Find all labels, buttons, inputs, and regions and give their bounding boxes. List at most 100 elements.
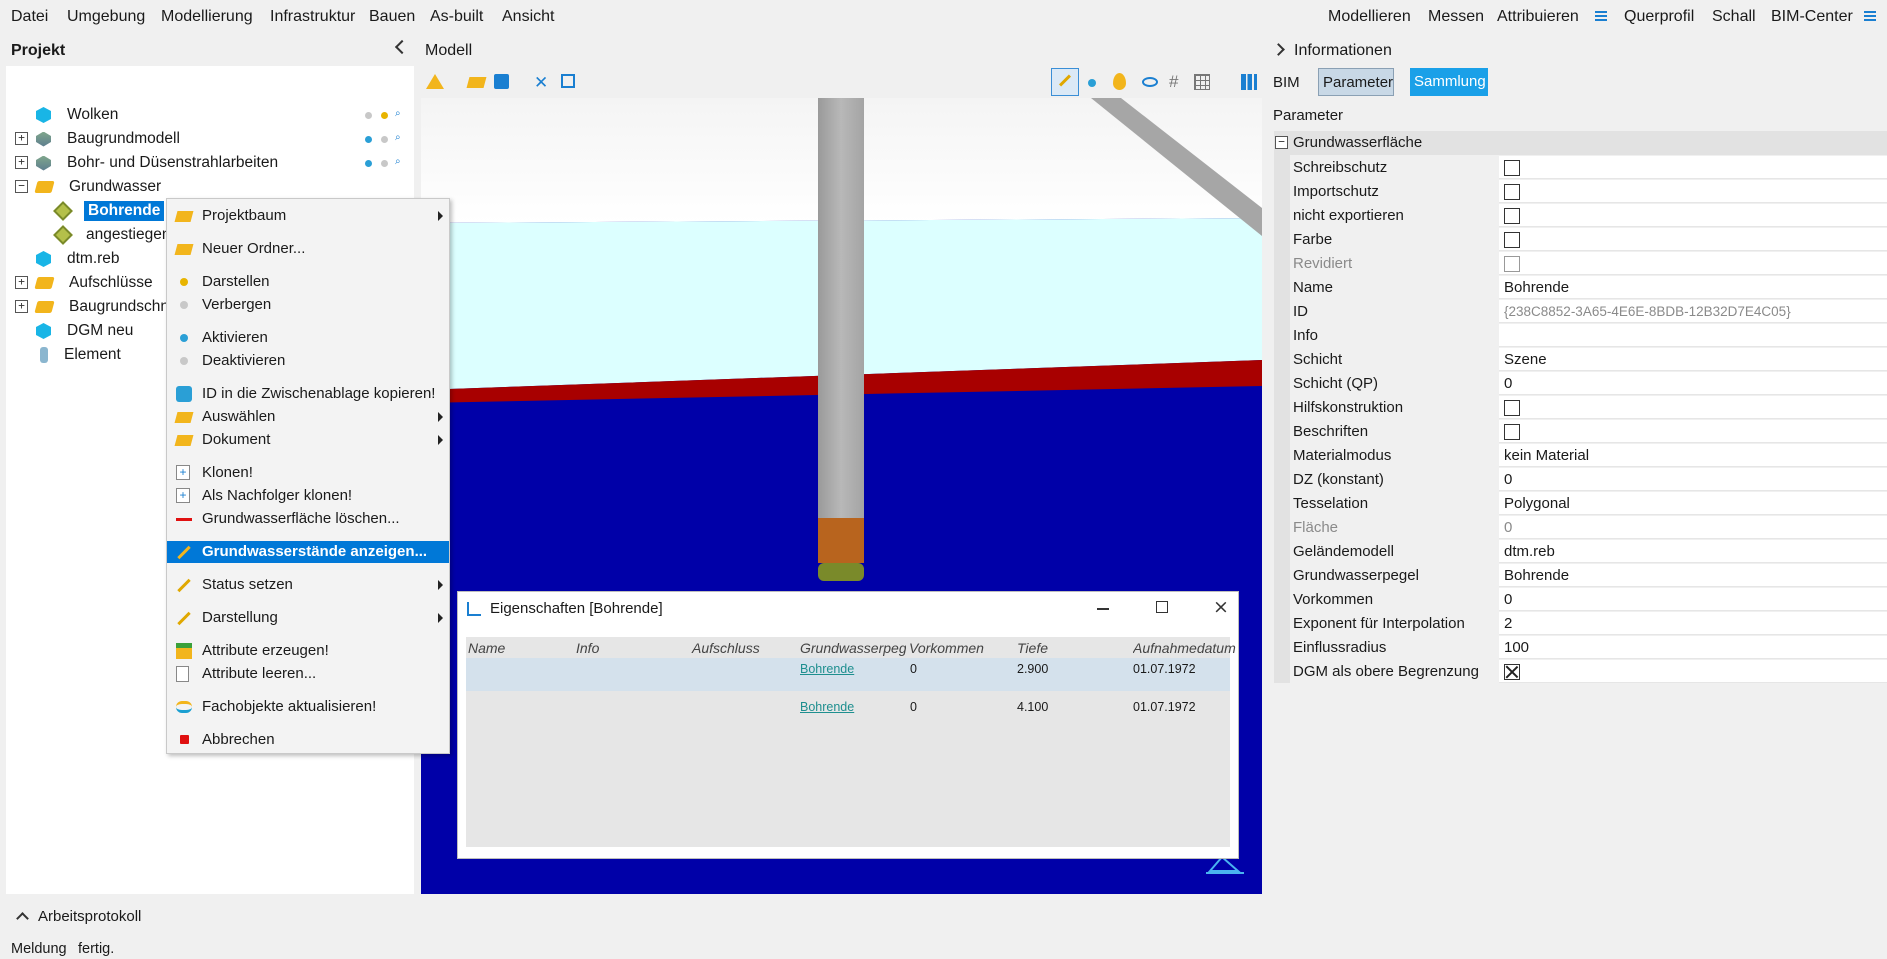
- expand-icon[interactable]: +: [15, 300, 28, 313]
- list-icon[interactable]: [1595, 11, 1607, 23]
- menu-item-grundwasserstaende[interactable]: Grundwasserstände anzeigen...: [167, 541, 449, 563]
- menu-as-built[interactable]: As-built: [430, 8, 483, 26]
- column-header-aufschluss[interactable]: Aufschluss: [692, 640, 760, 656]
- cell-grundwasserpegel[interactable]: Bohrende: [800, 662, 854, 676]
- tree-item-dtm[interactable]: dtm.reb: [36, 247, 120, 271]
- zoom-icon[interactable]: ⌕: [395, 156, 401, 167]
- column-header-grundwasserpegel[interactable]: Grundwasserpegel: [800, 640, 906, 656]
- menu-bim-center[interactable]: BIM-Center: [1771, 8, 1853, 26]
- save-icon[interactable]: [494, 74, 509, 89]
- menu-modellieren[interactable]: Modellieren: [1328, 8, 1411, 26]
- menu-item-aktivieren[interactable]: Aktivieren: [167, 327, 449, 349]
- menu-item-verbergen[interactable]: Verbergen: [167, 294, 449, 316]
- menu-umgebung[interactable]: Umgebung: [67, 8, 145, 26]
- checkbox[interactable]: [1504, 400, 1520, 416]
- location-icon[interactable]: [1113, 73, 1126, 90]
- column-header-vorkommen[interactable]: Vorkommen: [909, 640, 984, 656]
- raster-icon[interactable]: [1194, 74, 1210, 90]
- prop-value[interactable]: 0: [1499, 588, 1887, 611]
- collapse-left-icon[interactable]: [394, 39, 410, 55]
- warning-icon[interactable]: [426, 74, 444, 89]
- menu-item-deaktivieren[interactable]: Deaktivieren: [167, 350, 449, 372]
- log-title[interactable]: Arbeitsprotokoll: [38, 908, 141, 925]
- group-header[interactable]: − Grundwasserfläche: [1274, 131, 1887, 155]
- menu-item-darstellung[interactable]: Darstellung: [167, 607, 449, 629]
- menu-item-id-kopieren[interactable]: ID in die Zwischenablage kopieren!: [167, 383, 449, 405]
- tree-item-baugrundmodell[interactable]: Baugrundmodell: [36, 127, 180, 151]
- point-icon[interactable]: [1088, 79, 1096, 87]
- prop-value[interactable]: 100: [1499, 636, 1887, 659]
- menu-item-status-setzen[interactable]: Status setzen: [167, 574, 449, 596]
- column-header-aufnahmedatum[interactable]: Aufnahmedatum: [1133, 640, 1239, 656]
- menu-item-loeschen[interactable]: Grundwasserfläche löschen...: [167, 508, 449, 530]
- tab-parameter[interactable]: Parameter: [1318, 68, 1394, 96]
- menu-item-auswaehlen[interactable]: Auswählen: [167, 406, 449, 428]
- checkbox[interactable]: [1504, 232, 1520, 248]
- eye-icon[interactable]: [1142, 77, 1158, 87]
- menu-item-darstellen[interactable]: Darstellen: [167, 271, 449, 293]
- checkbox-checked[interactable]: [1504, 664, 1520, 680]
- menu-item-dokument[interactable]: Dokument: [167, 429, 449, 451]
- menu-infrastruktur[interactable]: Infrastruktur: [270, 8, 355, 26]
- tools-icon[interactable]: ✕: [534, 73, 548, 93]
- menu-attribuieren[interactable]: Attribuieren: [1497, 8, 1579, 26]
- tree-item-bohrende[interactable]: Bohrende: [53, 199, 165, 223]
- prop-value[interactable]: 2: [1499, 612, 1887, 635]
- column-header-tiefe[interactable]: Tiefe: [1017, 640, 1048, 656]
- tree-item-wolken[interactable]: Wolken: [36, 103, 118, 127]
- expand-icon[interactable]: +: [15, 156, 28, 169]
- prop-value[interactable]: 0: [1499, 372, 1887, 395]
- menu-querprofil[interactable]: Querprofil: [1624, 8, 1694, 26]
- menu-item-fachobjekte[interactable]: Fachobjekte aktualisieren!: [167, 696, 449, 718]
- folder-open-icon[interactable]: [466, 77, 487, 88]
- menu-item-projektbaum[interactable]: Projektbaum: [167, 205, 449, 227]
- panels-icon[interactable]: [1241, 74, 1257, 90]
- tab-sammlung[interactable]: Sammlung: [1410, 68, 1488, 96]
- prop-value[interactable]: dtm.reb: [1499, 540, 1887, 563]
- prop-value[interactable]: Polygonal: [1499, 492, 1887, 515]
- column-header-info[interactable]: Info: [576, 640, 599, 656]
- menu-modellierung[interactable]: Modellierung: [161, 8, 253, 26]
- zoom-icon[interactable]: ⌕: [395, 132, 401, 143]
- prop-value[interactable]: [1499, 324, 1887, 347]
- grid-icon[interactable]: #: [1169, 72, 1178, 92]
- tree-item-aufschluesse[interactable]: Aufschlüsse: [34, 271, 153, 295]
- list-icon[interactable]: [1864, 11, 1876, 23]
- column-header-name[interactable]: Name: [468, 640, 505, 656]
- menu-schall[interactable]: Schall: [1712, 8, 1756, 26]
- cell-grundwasserpegel[interactable]: Bohrende: [800, 700, 854, 714]
- collapse-icon[interactable]: −: [15, 180, 28, 193]
- menu-item-attribute-erzeugen[interactable]: Attribute erzeugen!: [167, 640, 449, 662]
- status-dot[interactable]: [381, 112, 388, 119]
- checkbox[interactable]: [1504, 424, 1520, 440]
- menu-bauen[interactable]: Bauen: [369, 8, 415, 26]
- tab-bim[interactable]: BIM: [1273, 74, 1300, 91]
- minimize-button[interactable]: [1097, 608, 1109, 610]
- tree-item-dgm-neu[interactable]: DGM neu: [36, 319, 133, 343]
- prop-value[interactable]: kein Material: [1499, 444, 1887, 467]
- menu-item-klonen[interactable]: + Klonen!: [167, 462, 449, 484]
- checkbox[interactable]: [1504, 208, 1520, 224]
- menu-messen[interactable]: Messen: [1428, 8, 1484, 26]
- status-dot[interactable]: [365, 160, 372, 167]
- menu-item-nachfolger-klonen[interactable]: + Als Nachfolger klonen!: [167, 485, 449, 507]
- menu-item-abbrechen[interactable]: Abbrechen: [167, 729, 449, 751]
- tree-item-element[interactable]: Element: [36, 343, 121, 367]
- collapse-icon[interactable]: −: [1275, 136, 1288, 149]
- status-dot[interactable]: [381, 160, 388, 167]
- close-button[interactable]: ×: [1213, 596, 1229, 618]
- tree-item-bohr-duesenstrahl[interactable]: Bohr- und Düsenstrahlarbeiten: [36, 151, 278, 175]
- menu-item-neuer-ordner[interactable]: Neuer Ordner...: [167, 238, 449, 260]
- prop-value[interactable]: Szene: [1499, 348, 1887, 371]
- zoom-icon[interactable]: ⌕: [395, 108, 401, 119]
- expand-icon[interactable]: +: [15, 132, 28, 145]
- chevron-up-icon[interactable]: [16, 912, 29, 925]
- menu-item-attribute-leeren[interactable]: Attribute leeren...: [167, 663, 449, 685]
- tree-item-grundwasser[interactable]: Grundwasser: [34, 175, 161, 199]
- checkbox[interactable]: [1504, 160, 1520, 176]
- tree-item-baugrundschnitt[interactable]: Baugrundschnitt: [34, 295, 181, 319]
- prop-value[interactable]: Bohrende: [1499, 564, 1887, 587]
- prop-value[interactable]: 0: [1499, 468, 1887, 491]
- checkbox[interactable]: [1504, 184, 1520, 200]
- menu-ansicht[interactable]: Ansicht: [502, 8, 554, 26]
